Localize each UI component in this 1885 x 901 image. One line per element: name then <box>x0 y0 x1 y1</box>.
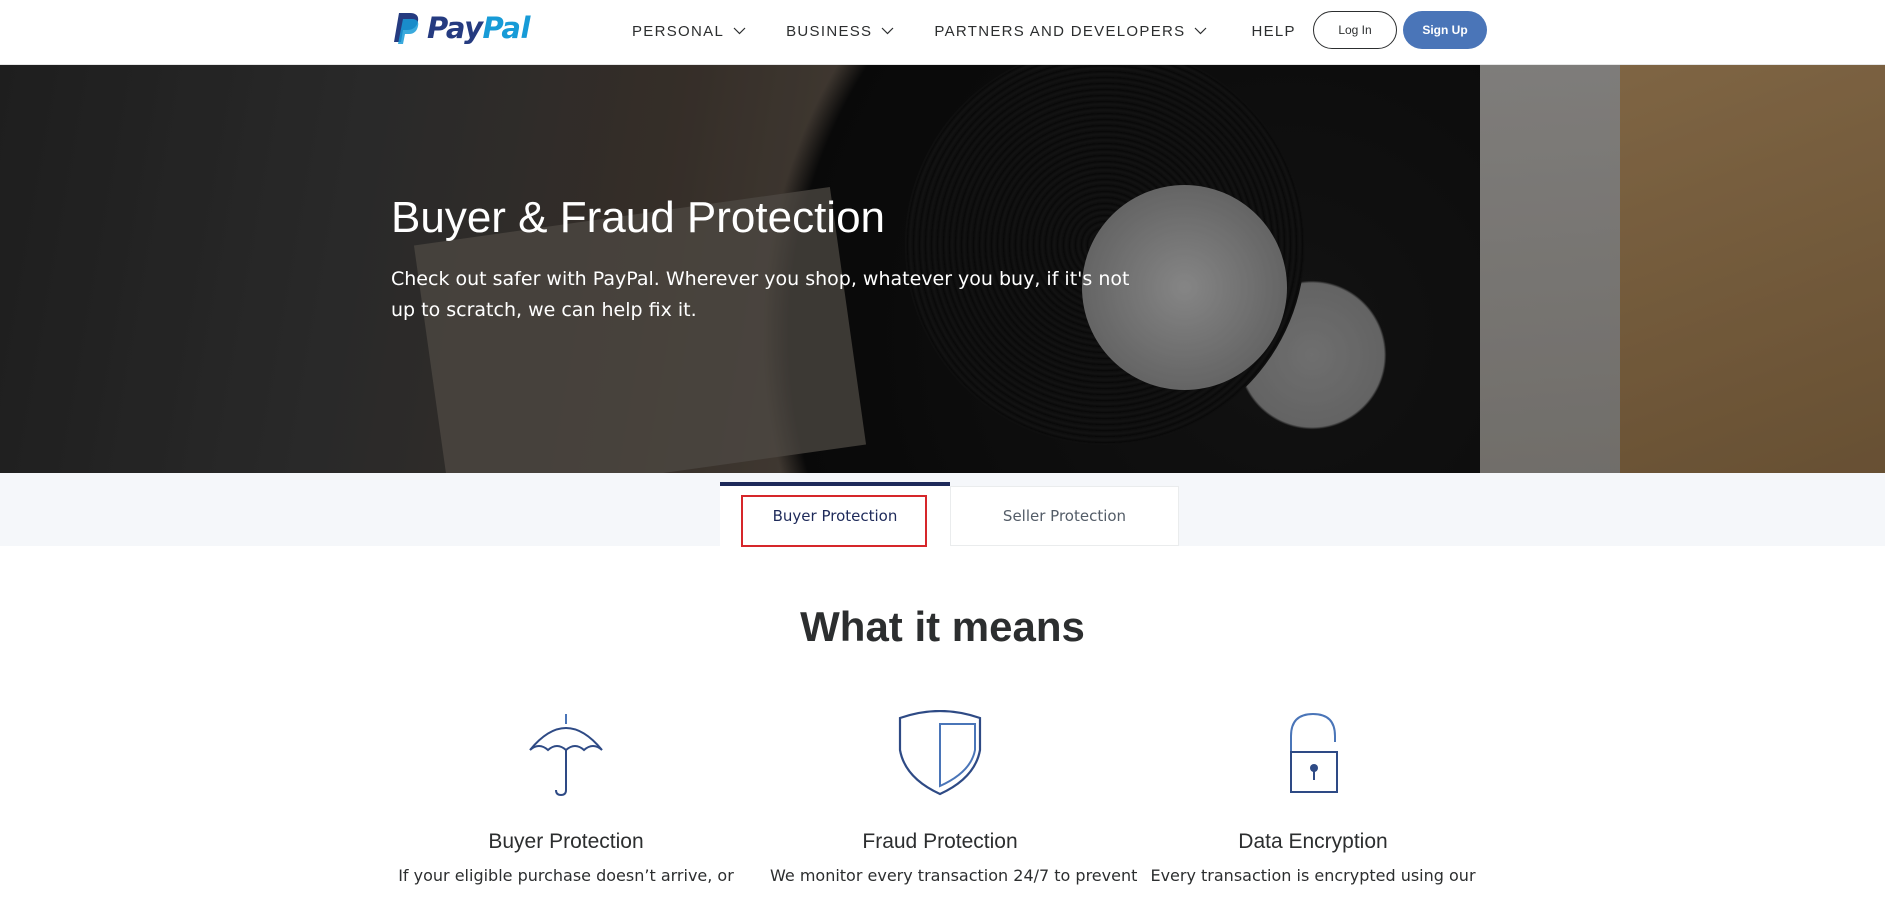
paypal-logo[interactable]: PayPal <box>391 10 530 46</box>
tab-buyer-protection[interactable]: Buyer Protection <box>720 482 950 546</box>
feature-buyer-protection: Buyer Protection If your eligible purcha… <box>396 710 736 885</box>
page-title: Buyer & Fraud Protection <box>391 193 886 242</box>
nav-personal-label: PERSONAL <box>632 22 725 40</box>
padlock-icon <box>1290 712 1338 793</box>
feature-text: Every transaction is encrypted using our <box>1150 866 1476 885</box>
nav-personal[interactable]: PERSONAL <box>632 23 746 40</box>
nav-help-label: HELP <box>1251 22 1296 40</box>
chevron-down-icon <box>1195 27 1207 35</box>
feature-fraud-protection: Fraud Protection We monitor every transa… <box>770 710 1138 885</box>
feature-title: Buyer Protection <box>488 830 644 853</box>
tab-seller-protection[interactable]: Seller Protection <box>950 486 1179 546</box>
hero-banner: Buyer & Fraud Protection Check out safer… <box>0 65 1885 473</box>
chevron-down-icon <box>733 27 746 35</box>
feature-title: Fraud Protection <box>862 830 1018 853</box>
signup-button[interactable]: Sign Up <box>1403 11 1487 49</box>
chevron-down-icon <box>881 27 894 35</box>
paypal-p-icon <box>394 13 419 44</box>
nav-business-label: BUSINESS <box>786 22 873 40</box>
site-header: PayPal PERSONAL BUSINESS PARTNERS AND DE… <box>0 0 1885 65</box>
shield-icon <box>898 710 982 796</box>
nav-partners-label: PARTNERS AND DEVELOPERS <box>934 22 1186 40</box>
feature-title: Data Encryption <box>1238 830 1388 853</box>
feature-text: If your eligible purchase doesn’t arrive… <box>398 866 734 885</box>
brand-wordmark: PayPal <box>427 11 530 45</box>
hero-subtitle: Check out safer with PayPal. Wherever yo… <box>391 268 1130 321</box>
nav-partners-developers[interactable]: PARTNERS AND DEVELOPERS <box>934 23 1207 40</box>
login-button[interactable]: Log In <box>1313 11 1397 49</box>
feature-text: We monitor every transaction 24/7 to pre… <box>770 866 1138 885</box>
main-nav: PERSONAL BUSINESS PARTNERS AND DEVELOPER… <box>632 0 1296 62</box>
nav-help[interactable]: HELP <box>1251 23 1295 40</box>
umbrella-icon <box>529 714 603 796</box>
section-title: What it means <box>800 603 1085 650</box>
nav-business[interactable]: BUSINESS <box>786 23 894 40</box>
feature-data-encryption: Data Encryption Every transaction is enc… <box>1143 710 1483 885</box>
